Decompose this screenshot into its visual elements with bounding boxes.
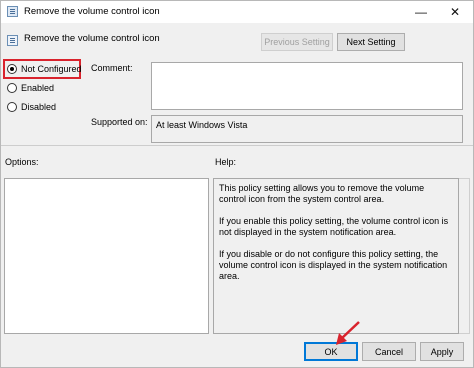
radio-icon[interactable]: [7, 64, 17, 74]
radio-label: Not Configured: [21, 64, 82, 74]
help-scrollbar[interactable]: [459, 178, 470, 334]
apply-button[interactable]: Apply: [420, 342, 464, 361]
supported-on-label: Supported on:: [91, 117, 148, 127]
next-setting-button[interactable]: Next Setting: [337, 33, 405, 51]
radio-enabled[interactable]: Enabled: [7, 81, 54, 95]
radio-disabled[interactable]: Disabled: [7, 100, 56, 114]
annotation-arrow-icon: [336, 321, 360, 345]
options-pane: [4, 178, 209, 334]
radio-not-configured[interactable]: Not Configured: [7, 62, 82, 76]
radio-icon[interactable]: [7, 102, 17, 112]
help-label: Help:: [215, 157, 237, 167]
window-title: Remove the volume control icon: [24, 6, 160, 17]
previous-setting-button[interactable]: Previous Setting: [261, 33, 333, 51]
radio-icon[interactable]: [7, 83, 17, 93]
policy-dialog: Remove the volume control icon — ✕ Remov…: [0, 0, 474, 368]
comment-field[interactable]: [151, 62, 463, 110]
radio-label: Disabled: [21, 102, 57, 112]
close-icon[interactable]: ✕: [438, 1, 472, 23]
divider: [1, 145, 473, 146]
app-icon: [7, 6, 18, 17]
comment-label: Comment:: [91, 63, 133, 73]
policy-name: Remove the volume control icon: [24, 33, 160, 44]
policy-icon: [7, 35, 18, 46]
help-paragraph: If you enable this policy setting, the v…: [219, 216, 449, 237]
help-paragraph: If you disable or do not configure this …: [219, 249, 448, 281]
minimize-icon[interactable]: —: [404, 1, 438, 23]
supported-on-value: At least Windows Vista: [151, 115, 463, 143]
radio-label: Enabled: [21, 83, 55, 93]
help-paragraph: This policy setting allows you to remove…: [219, 183, 425, 204]
cancel-button[interactable]: Cancel: [362, 342, 416, 361]
title-bar: Remove the volume control icon — ✕: [1, 1, 473, 23]
help-pane: This policy setting allows you to remove…: [213, 178, 459, 334]
options-label: Options:: [5, 157, 39, 167]
